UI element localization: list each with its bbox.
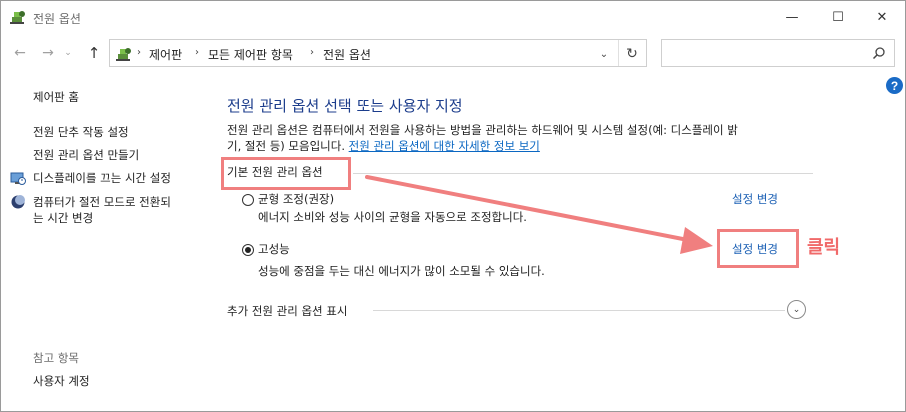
additional-plans-divider	[373, 310, 785, 311]
show-additional-plans-label[interactable]: 추가 전원 관리 옵션 표시	[227, 303, 347, 319]
back-button[interactable]: ←	[9, 42, 31, 64]
section-divider	[353, 173, 813, 174]
plan-high-performance-description: 성능에 중점을 두는 대신 에너지가 많이 소모될 수 있습니다.	[258, 264, 545, 278]
up-button[interactable]: ↑	[83, 42, 105, 64]
more-info-link[interactable]: 전원 관리 옵션에 대한 자세한 정보 보기	[349, 139, 540, 153]
see-also-header: 참고 항목	[33, 351, 79, 365]
sidebar-item-sleep-line1[interactable]: 컴퓨터가 절전 모드로 전환되	[33, 194, 171, 210]
power-options-icon	[116, 48, 131, 61]
recent-locations-button[interactable]: ⌄	[61, 42, 75, 64]
description-line2: 기, 절전 등) 모음입니다.	[227, 139, 349, 153]
close-button[interactable]: ✕	[859, 1, 905, 33]
radio-balanced[interactable]	[242, 194, 254, 206]
moon-icon	[11, 195, 25, 209]
display-clock-icon	[10, 172, 26, 185]
highlight-box-section	[221, 157, 351, 190]
search-icon	[872, 47, 885, 60]
forward-button[interactable]: →	[37, 42, 59, 64]
search-input[interactable]	[661, 39, 895, 67]
refresh-icon[interactable]: ↻	[622, 44, 642, 64]
title-bar: 전원 옵션 — ☐ ✕	[1, 1, 905, 33]
description-line1: 전원 관리 옵션은 컴퓨터에서 전원을 사용하는 방법을 관리하는 하드웨어 및…	[227, 123, 738, 137]
minimize-button[interactable]: —	[769, 1, 815, 33]
sidebar-item-user-accounts[interactable]: 사용자 계정	[33, 373, 90, 389]
breadcrumb-power-options[interactable]: 전원 옵션	[323, 46, 371, 63]
breadcrumb-control-panel[interactable]: 제어판	[149, 46, 182, 63]
click-annotation-label: 클릭	[807, 237, 841, 258]
page-title: 전원 관리 옵션 선택 또는 사용자 지정	[227, 97, 463, 115]
plan-high-performance-name[interactable]: 고성능	[258, 241, 290, 257]
power-options-icon	[10, 11, 25, 24]
control-panel-window: 전원 옵션 — ☐ ✕ ← → ⌄ ↑ › 제어판 › 모든 제어판 항목 › …	[0, 0, 906, 412]
plan-balanced-description: 에너지 소비와 성능 사이의 균형을 자동으로 조정합니다.	[258, 210, 527, 224]
chevron-down-icon[interactable]: ⌄	[594, 44, 614, 64]
change-settings-balanced-link[interactable]: 설정 변경	[732, 191, 778, 207]
breadcrumb-all-items[interactable]: 모든 제어판 항목	[208, 46, 293, 63]
help-icon[interactable]: ?	[886, 77, 903, 94]
maximize-button[interactable]: ☐	[815, 1, 861, 33]
plan-balanced-name[interactable]: 균형 조정(권장)	[258, 191, 334, 207]
address-bar[interactable]: › 제어판 › 모든 제어판 항목 › 전원 옵션 ⌄ ↻	[109, 39, 647, 67]
sidebar-item-control-panel-home[interactable]: 제어판 홈	[33, 89, 79, 105]
breadcrumb-separator-icon: ›	[310, 47, 314, 58]
sidebar-item-power-button[interactable]: 전원 단추 작동 설정	[33, 124, 129, 140]
highlight-box-change-settings	[717, 229, 799, 268]
breadcrumb-separator-icon: ›	[195, 47, 199, 58]
sidebar-item-sleep-line2[interactable]: 는 시간 변경	[33, 210, 93, 226]
navigation-bar: ← → ⌄ ↑ › 제어판 › 모든 제어판 항목 › 전원 옵션 ⌄ ↻	[1, 34, 905, 72]
window-title: 전원 옵션	[33, 12, 81, 26]
sidebar: 제어판 홈 전원 단추 작동 설정 전원 관리 옵션 만들기 디스플레이를 끄는…	[1, 81, 201, 401]
radio-high-performance[interactable]	[242, 244, 254, 256]
chevron-down-icon[interactable]: ⌄	[787, 300, 806, 319]
address-divider	[618, 40, 619, 66]
page-description: 전원 관리 옵션은 컴퓨터에서 전원을 사용하는 방법을 관리하는 하드웨어 및…	[227, 122, 807, 154]
breadcrumb-separator-icon: ›	[137, 47, 141, 58]
sidebar-item-create-plan[interactable]: 전원 관리 옵션 만들기	[33, 147, 139, 163]
sidebar-item-display-off[interactable]: 디스플레이를 끄는 시간 설정	[33, 170, 171, 186]
